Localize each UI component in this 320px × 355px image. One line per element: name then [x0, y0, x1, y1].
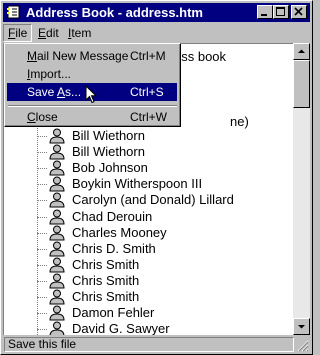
tree-connector: [37, 313, 47, 315]
contact-person-icon: [48, 192, 66, 208]
address-book-icon: [7, 5, 20, 19]
title-bar[interactable]: Address Book - address.htm: [3, 3, 310, 22]
arrow-up-icon: [298, 49, 305, 53]
arrow-down-icon: [298, 325, 305, 329]
menu-edit[interactable]: Edit: [33, 25, 64, 41]
tree-connector: [37, 200, 47, 202]
scroll-down-button[interactable]: [293, 318, 310, 335]
contact-person-icon: [48, 289, 66, 305]
maximize-button[interactable]: [273, 5, 289, 19]
menu-item[interactable]: Item: [63, 25, 96, 41]
minimize-icon: [261, 14, 267, 16]
menu-save-as-label: Save As...: [27, 85, 82, 99]
menu-item-label: Item: [68, 26, 92, 40]
menu-save-as-shortcut: Ctrl+S: [130, 85, 164, 99]
status-text: Save this file: [4, 337, 294, 352]
menu-import-label: Import...: [27, 67, 72, 81]
contact-entry[interactable]: David G. Sawyer: [4, 320, 294, 335]
window-title: Address Book - address.htm: [26, 5, 203, 20]
tree-connector: [37, 136, 47, 137]
menu-bar: File Edit Item: [3, 23, 310, 43]
vertical-scrollbar[interactable]: [293, 43, 310, 335]
menu-close-shortcut: Ctrl+W: [130, 110, 167, 124]
menu-import[interactable]: Import...: [7, 65, 177, 83]
menu-close-label: Close: [27, 110, 58, 124]
contact-person-icon: [48, 144, 66, 160]
tree-connector: [37, 168, 47, 170]
contact-name: David G. Sawyer: [72, 321, 170, 335]
close-icon: [294, 7, 303, 16]
tree-root-label: ess book: [174, 49, 227, 64]
menu-edit-label: Edit: [38, 26, 59, 40]
contact-person-icon: [48, 225, 66, 241]
menu-mail-new-message-label: Mail New Message: [27, 49, 129, 63]
menu-mail-new-message[interactable]: Mail New Message Ctrl+M: [7, 47, 177, 65]
scroll-up-button[interactable]: [293, 43, 310, 60]
tree-connector: [37, 152, 47, 154]
menu-file[interactable]: File: [3, 24, 33, 42]
tree-connector: [37, 297, 47, 298]
contact-person-icon: [48, 241, 66, 257]
contact-person-icon: [48, 321, 66, 335]
status-bar: Save this file: [3, 336, 310, 353]
tree-connector: [37, 329, 47, 331]
contact-person-icon: [48, 305, 66, 321]
tree-connector: [37, 264, 47, 266]
tree-connector: [37, 184, 47, 186]
resize-grip-icon[interactable]: [296, 339, 309, 352]
close-window-button[interactable]: [291, 5, 307, 19]
tree-connector: [37, 216, 47, 218]
contact-person-icon: [48, 128, 66, 144]
menu-close[interactable]: Close Ctrl+W: [7, 108, 177, 126]
contact-person-icon: [48, 209, 66, 225]
contact-person-icon: [48, 176, 66, 192]
mouse-pointer-icon: [85, 85, 98, 104]
tree-connector: [37, 232, 47, 234]
contact-person-icon: [48, 257, 66, 273]
menu-separator: [8, 105, 177, 107]
address-book-window: Address Book - address.htm File Edit Ite…: [0, 0, 313, 355]
tree-connector: [37, 248, 47, 250]
maximize-icon: [276, 7, 285, 16]
contact-person-icon: [48, 273, 66, 289]
scroll-thumb[interactable]: [293, 60, 310, 108]
contact-person-icon: [48, 160, 66, 176]
minimize-button[interactable]: [257, 5, 273, 19]
menu-file-label: File: [8, 26, 28, 40]
menu-mail-new-message-shortcut: Ctrl+M: [130, 49, 166, 63]
tree-connector: [37, 280, 47, 282]
